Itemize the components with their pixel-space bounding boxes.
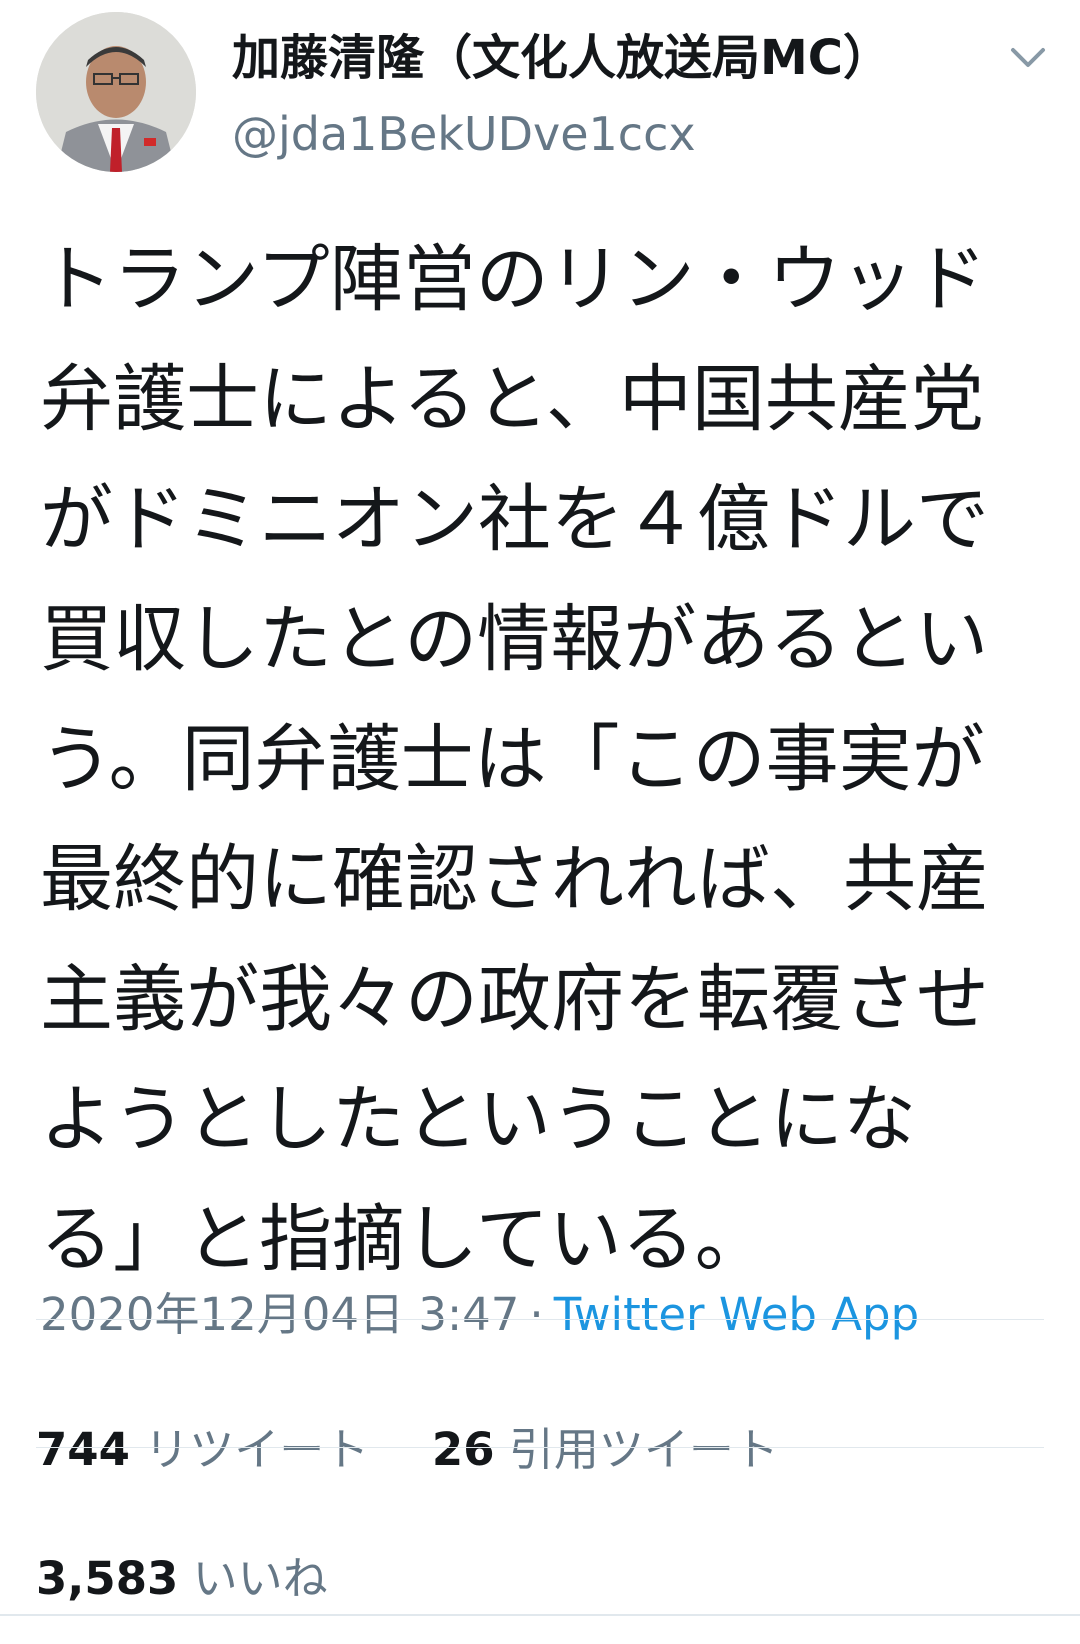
chevron-down-icon[interactable] [1010, 46, 1046, 70]
tweet-line: ようとしたということにな [40, 1077, 916, 1162]
tweet-line: る」と指摘している。 [40, 1197, 768, 1282]
retweets-count: 744 [36, 1423, 130, 1476]
divider [0, 1614, 1080, 1616]
divider [36, 1319, 1044, 1320]
tweet-line: 買収したとの情報があるとい [40, 597, 989, 682]
meta-separator: · [529, 1288, 544, 1341]
likes-stat[interactable]: 3,583 いいね [36, 1549, 328, 1609]
likes-label: いいね [192, 1552, 328, 1605]
tweet-line: 主義が我々の政府を転覆させ [40, 957, 989, 1042]
quotes-count: 26 [431, 1423, 495, 1476]
source-link[interactable]: Twitter Web App [554, 1288, 919, 1341]
likes-count: 3,583 [36, 1552, 179, 1605]
tweet-text: トランプ陣営のリン・ウッド 弁護士によると、中国共産党 がドミニオン社を４億ドル… [40, 220, 1050, 1300]
tweet-line: がドミニオン社を４億ドルで [40, 477, 989, 562]
retweets-label: リツイート [144, 1423, 370, 1476]
tweet-line: トランプ陣営のリン・ウッド [40, 237, 987, 322]
avatar-photo [36, 12, 196, 172]
quotes-stat[interactable]: 26 引用ツイート [432, 1423, 779, 1476]
avatar[interactable] [36, 12, 196, 172]
user-handle[interactable]: @jda1BekUDve1ccx [232, 106, 696, 162]
retweets-stat[interactable]: 744 リツイート [36, 1423, 369, 1476]
display-name[interactable]: 加藤清隆（文化人放送局MC） [232, 30, 891, 86]
timestamp[interactable]: 2020年12月04日 3:47 [40, 1288, 519, 1341]
tweet-line: 弁護士によると、中国共産党 [40, 357, 984, 442]
tweet-meta: 2020年12月04日 3:47 · Twitter Web App [40, 1285, 919, 1345]
engagement-stats: 744 リツイート 26 引用ツイート [36, 1420, 779, 1480]
tweet-line: 最終的に確認されれば、共産 [40, 837, 989, 922]
tweet-line: う。同弁護士は「この事実が [40, 717, 985, 802]
quotes-label: 引用ツイート [508, 1423, 779, 1476]
divider [36, 1447, 1044, 1448]
